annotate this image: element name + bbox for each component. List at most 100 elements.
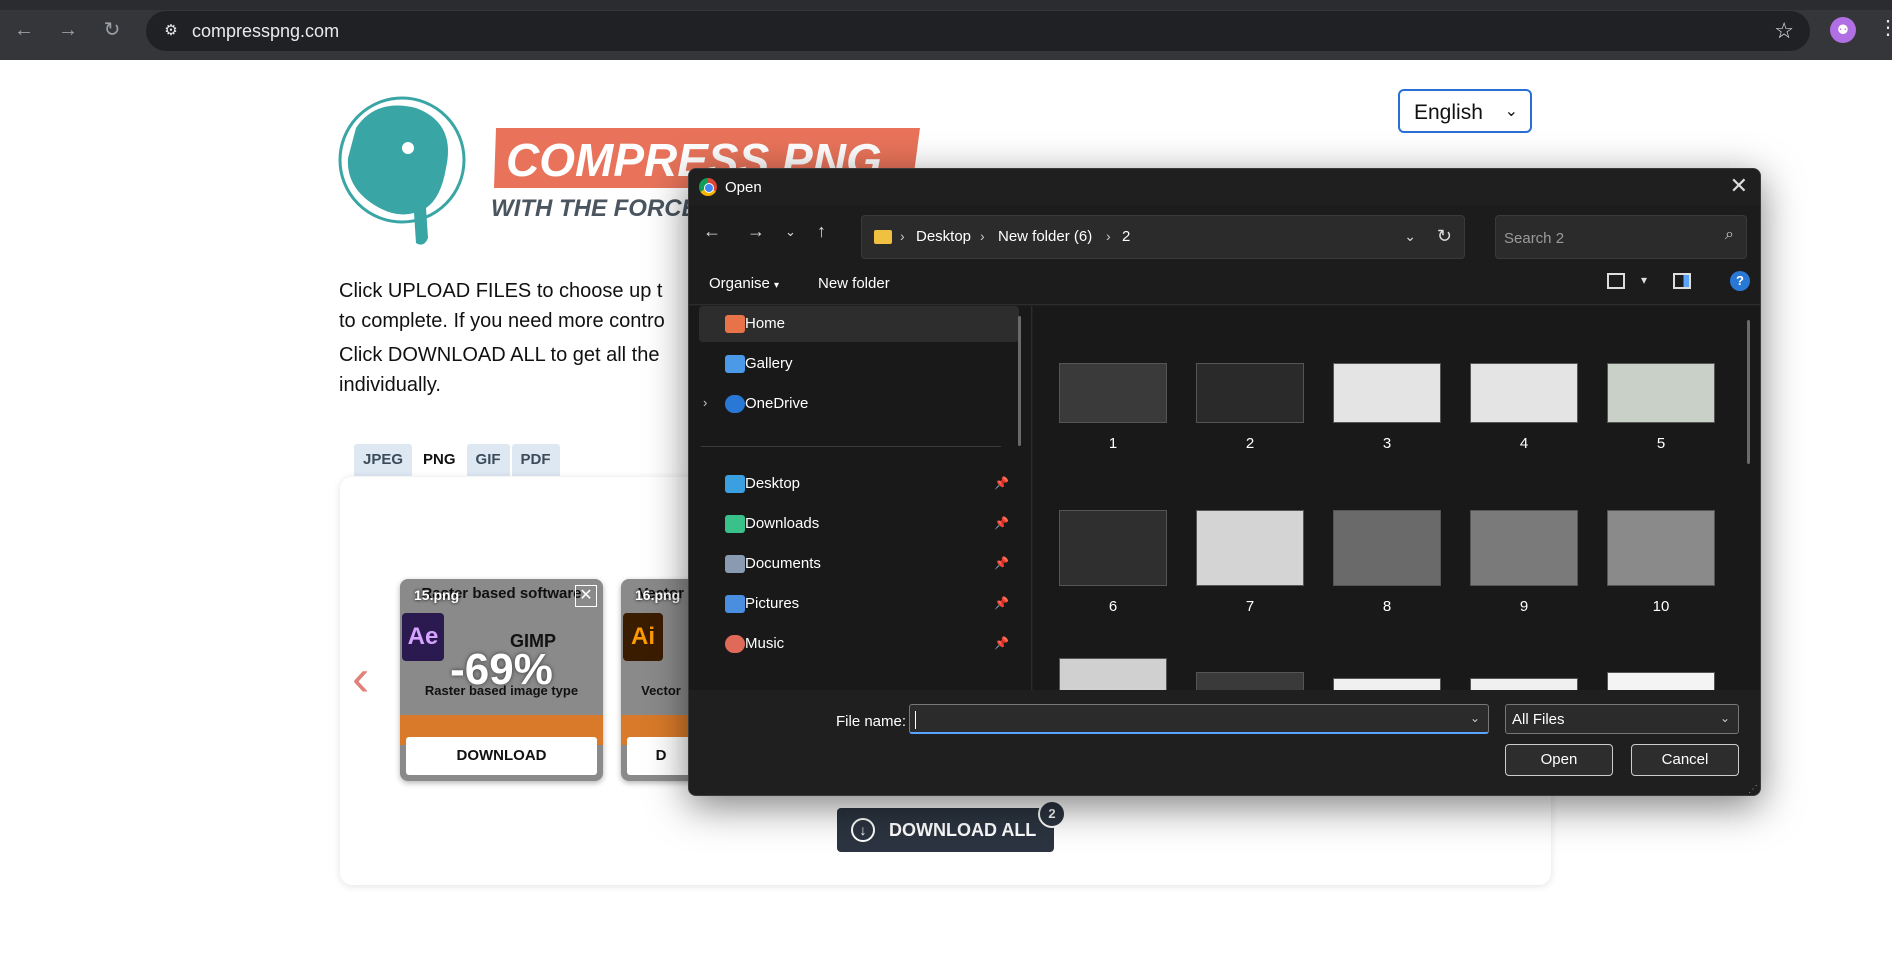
sidebar-item-downloads[interactable]: Downloads 📌 — [699, 506, 1019, 542]
intro-paragraph-1: Click UPLOAD FILES to choose up t to com… — [339, 276, 719, 336]
file-thumbnail — [1196, 510, 1304, 586]
pin-icon[interactable]: 📌 — [994, 476, 1009, 490]
file-item[interactable]: 8 — [1332, 510, 1442, 615]
tab-png[interactable]: PNG — [414, 444, 465, 476]
file-grid: 1 2 3 4 5 6 7 8 9 10 — [1033, 306, 1760, 690]
language-select[interactable]: English ⌄ — [1398, 89, 1532, 133]
document-icon — [725, 555, 745, 573]
up-arrow-icon[interactable]: ↑ — [817, 221, 826, 242]
forward-arrow-icon[interactable]: → — [54, 16, 82, 44]
breadcrumb-desktop[interactable]: Desktop — [916, 228, 971, 245]
dialog-title: Open — [725, 179, 762, 196]
file-item[interactable]: 9 — [1469, 510, 1579, 615]
intro-paragraph-2: Click DOWNLOAD ALL to get all the indivi… — [339, 340, 719, 400]
format-tabs: JPEG PNG GIF PDF — [354, 444, 560, 476]
search-input[interactable] — [1504, 226, 1704, 250]
sidebar-item-desktop[interactable]: Desktop 📌 — [699, 466, 1019, 502]
file-item[interactable]: 5 — [1606, 363, 1716, 452]
logo-subtitle: WITH THE FORCE — [491, 195, 699, 222]
download-button[interactable]: D — [627, 737, 695, 775]
file-item[interactable] — [1195, 672, 1305, 690]
file-item[interactable]: 2 — [1195, 363, 1305, 452]
sidebar-item-gallery[interactable]: Gallery — [699, 346, 1019, 382]
sidebar-item-home[interactable]: Home — [699, 306, 1019, 342]
file-item[interactable]: 3 — [1332, 363, 1442, 452]
file-item[interactable] — [1332, 678, 1442, 690]
dialog-toolbar: Organise ▾ New folder ▾ ? — [689, 261, 1760, 305]
file-name-input[interactable]: ⌄ — [909, 704, 1489, 734]
chevron-down-icon[interactable]: ⌄ — [1404, 228, 1416, 245]
address-bar[interactable]: ⚙ compresspng.com ☆ — [146, 11, 1810, 51]
chevron-down-icon[interactable]: ▾ — [1641, 273, 1647, 287]
sidebar-item-pictures[interactable]: Pictures 📌 — [699, 586, 1019, 622]
download-all-button[interactable]: ↓ DOWNLOAD ALL 2 — [837, 800, 1066, 852]
file-item[interactable]: 1 — [1058, 363, 1168, 452]
file-item[interactable]: 4 — [1469, 363, 1579, 452]
file-thumbnail — [1607, 510, 1715, 586]
chevron-right-icon[interactable]: › — [703, 395, 707, 410]
bookmark-star-icon[interactable]: ☆ — [1774, 18, 1794, 44]
file-thumbnail — [1196, 363, 1304, 423]
breadcrumb-new-folder[interactable]: New folder (6) — [998, 228, 1092, 245]
sidebar-item-music[interactable]: Music 📌 — [699, 626, 1019, 662]
file-item[interactable]: 7 — [1195, 510, 1305, 615]
organise-button[interactable]: Organise ▾ — [709, 275, 779, 292]
reload-icon[interactable]: ↻ — [98, 16, 126, 44]
pin-icon[interactable]: 📌 — [994, 636, 1009, 650]
file-thumbnail — [1607, 672, 1715, 690]
pin-icon[interactable]: 📌 — [994, 596, 1009, 610]
file-item[interactable]: 6 — [1058, 510, 1168, 615]
resize-grip-icon[interactable]: ⋰ — [1748, 784, 1758, 795]
back-arrow-icon[interactable]: ← — [703, 221, 721, 242]
file-item[interactable] — [1606, 672, 1716, 690]
refresh-icon[interactable]: ↻ — [1437, 226, 1452, 247]
open-button[interactable]: Open — [1505, 744, 1613, 776]
help-icon[interactable]: ? — [1730, 271, 1750, 291]
prev-arrow-icon[interactable]: ‹ — [352, 652, 369, 704]
tab-jpeg[interactable]: JPEG — [354, 444, 413, 476]
preview-pane-icon[interactable] — [1673, 273, 1691, 289]
dialog-search[interactable]: ⌕ — [1495, 215, 1747, 259]
recent-dropdown-icon[interactable]: ⌄ — [785, 224, 796, 240]
file-type-select[interactable]: All Files ⌄ — [1505, 704, 1739, 734]
tab-gif[interactable]: GIF — [466, 444, 510, 476]
file-label: 10 — [1652, 598, 1670, 615]
music-icon — [725, 635, 745, 653]
file-label: 3 — [1382, 435, 1392, 452]
file-thumbnail — [1059, 510, 1167, 586]
sidebar-label: Desktop — [745, 475, 801, 492]
cancel-button[interactable]: Cancel — [1631, 744, 1739, 776]
organise-label: Organise — [709, 275, 770, 292]
path-bar[interactable]: › Desktop › New folder (6) › 2 ⌄ ↻ — [861, 215, 1465, 259]
chevron-down-icon: ⌄ — [1504, 103, 1518, 120]
file-item[interactable] — [1058, 658, 1168, 690]
chevron-right-icon: › — [1106, 228, 1111, 244]
pin-icon[interactable]: 📌 — [994, 516, 1009, 530]
home-icon — [725, 315, 745, 333]
new-folder-button[interactable]: New folder — [818, 275, 890, 292]
file-item[interactable] — [1469, 678, 1579, 690]
sidebar-item-onedrive[interactable]: › OneDrive — [699, 386, 1019, 422]
tab-pdf[interactable]: PDF — [511, 444, 560, 476]
download-button[interactable]: DOWNLOAD — [406, 737, 597, 775]
thumb-filename: 15.png — [414, 587, 460, 603]
sidebar-scrollbar[interactable] — [1018, 316, 1021, 446]
back-arrow-icon[interactable]: ← — [10, 16, 38, 44]
intro-line: Click DOWNLOAD ALL to get all the — [339, 344, 660, 366]
remove-file-icon[interactable]: ✕ — [575, 585, 597, 607]
site-settings-icon[interactable]: ⚙ — [160, 20, 182, 42]
pin-icon[interactable]: 📌 — [994, 556, 1009, 570]
chevron-down-icon[interactable]: ⌄ — [1470, 711, 1480, 725]
breadcrumb-2[interactable]: 2 — [1122, 228, 1130, 245]
extension-icon[interactable]: ⚉ — [1830, 17, 1856, 43]
menu-kebab-icon[interactable]: ⋮ — [1878, 15, 1892, 40]
url-text[interactable]: compresspng.com — [192, 21, 339, 42]
sidebar-item-documents[interactable]: Documents 📌 — [699, 546, 1019, 582]
file-item[interactable]: 10 — [1606, 510, 1716, 615]
files-scrollbar[interactable] — [1747, 320, 1750, 464]
file-thumbnail — [1470, 363, 1578, 423]
forward-arrow-icon[interactable]: → — [747, 221, 765, 242]
view-mode-icon[interactable] — [1607, 273, 1625, 289]
close-icon[interactable]: ✕ — [1730, 173, 1748, 199]
cloud-icon — [725, 395, 745, 413]
